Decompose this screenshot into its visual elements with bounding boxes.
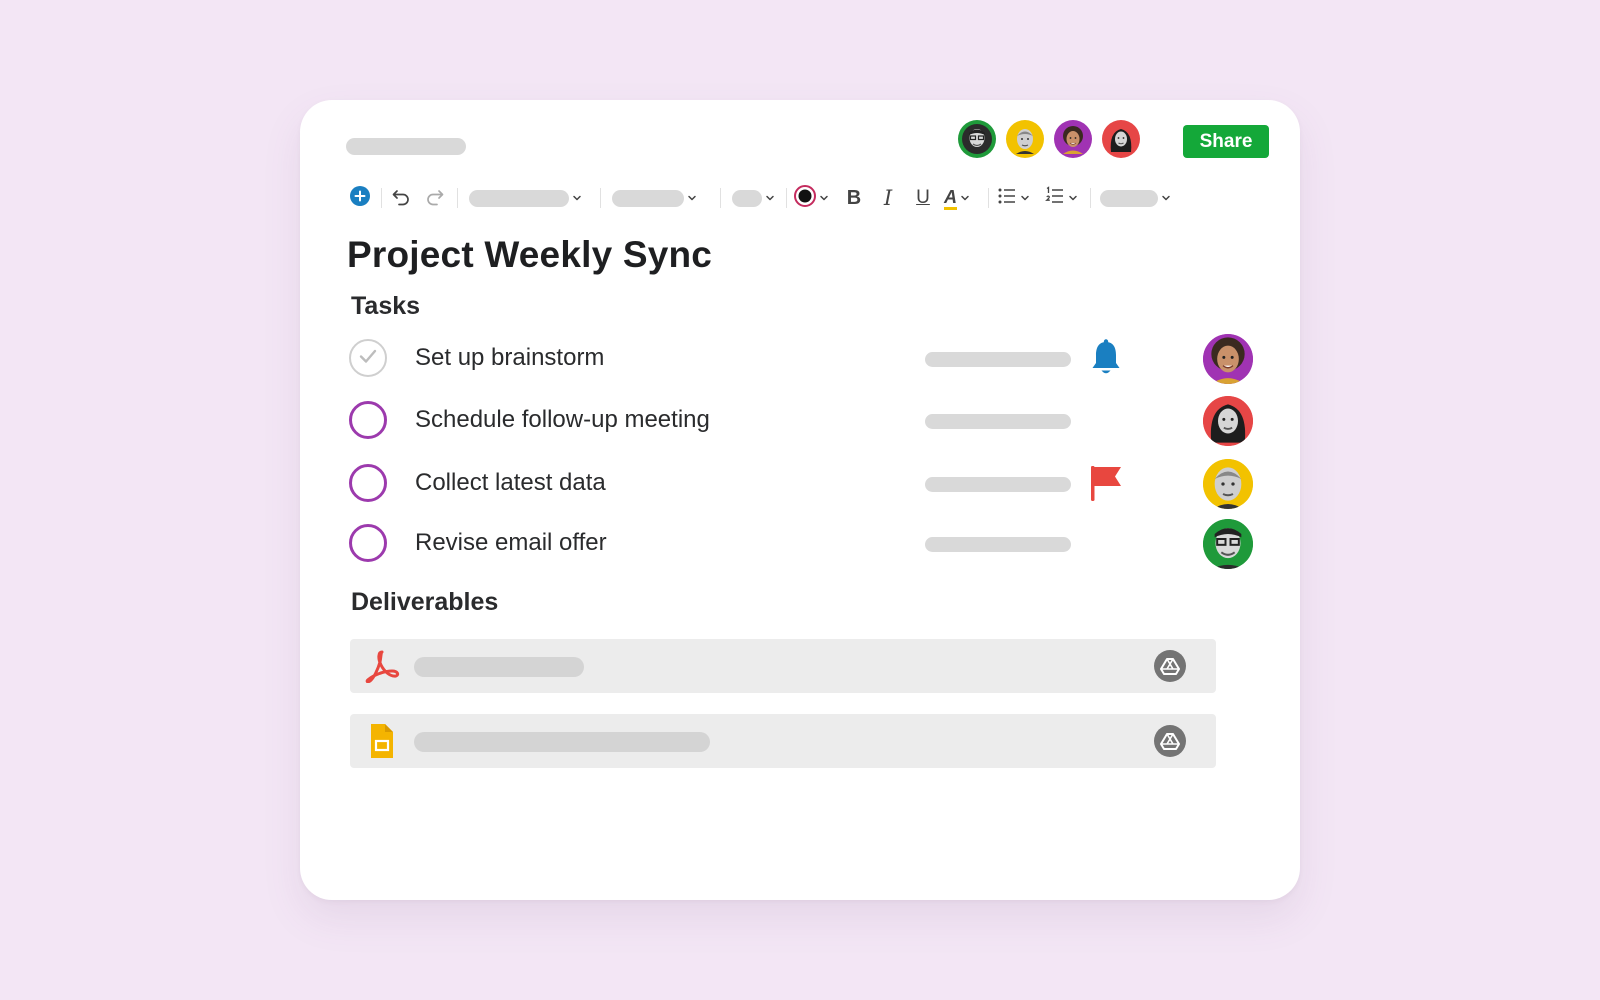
- google-drive-icon: [1160, 731, 1180, 751]
- bullet-list-dropdown[interactable]: [997, 182, 1033, 214]
- flag-icon: [1088, 463, 1124, 503]
- toolbar-divider: [381, 188, 382, 208]
- font-size-placeholder: [732, 189, 762, 207]
- chevron-down-icon: [1161, 193, 1171, 203]
- task-label[interactable]: Collect latest data: [415, 469, 606, 497]
- avatar-man-bald-icon: [1010, 124, 1040, 154]
- avatar-woman-dark-hair-icon: [1203, 396, 1253, 446]
- collaborator-avatar-4[interactable]: [1102, 120, 1140, 158]
- attachment-name-placeholder: [414, 732, 710, 752]
- text-color-swatch-icon: [794, 184, 816, 212]
- toolbar-divider: [600, 188, 601, 208]
- underline-button[interactable]: U: [912, 182, 934, 214]
- deliverables-heading: Deliverables: [351, 588, 499, 616]
- italic-button[interactable]: I: [877, 182, 899, 214]
- task-assignee-avatar[interactable]: [1203, 459, 1253, 509]
- bold-label: B: [846, 187, 862, 209]
- google-drive-button[interactable]: [1154, 725, 1186, 757]
- chevron-down-icon: [1020, 193, 1030, 203]
- task-label[interactable]: Set up brainstorm: [415, 344, 604, 372]
- bell-icon: [1088, 338, 1124, 378]
- document-card: Share B I U A Project Weekly Sync Tasks …: [300, 100, 1300, 900]
- more-options-dropdown[interactable]: [1100, 182, 1176, 214]
- task-label[interactable]: Schedule follow-up meeting: [415, 406, 710, 434]
- redo-icon: [425, 186, 445, 211]
- collaborator-avatar-1[interactable]: [958, 120, 996, 158]
- bullet-list-icon: [997, 186, 1017, 211]
- style-dropdown[interactable]: [469, 182, 587, 214]
- avatar-man-glasses-icon: [1203, 519, 1253, 569]
- task-due-date-placeholder: [925, 477, 1071, 492]
- numbered-list-icon: [1045, 185, 1065, 211]
- toolbar-divider: [988, 188, 989, 208]
- chevron-down-icon: [960, 193, 970, 203]
- font-dropdown[interactable]: [612, 182, 704, 214]
- task-row: Set up brainstorm: [300, 334, 1300, 386]
- document-breadcrumb-placeholder: [346, 138, 466, 155]
- toolbar-divider: [1090, 188, 1091, 208]
- collaborator-avatar-3[interactable]: [1054, 120, 1092, 158]
- share-button[interactable]: Share: [1183, 125, 1269, 158]
- document-title[interactable]: Project Weekly Sync: [347, 234, 712, 276]
- highlight-dropdown[interactable]: A: [944, 182, 982, 214]
- task-assignee-avatar[interactable]: [1203, 396, 1253, 446]
- deliverable-attachment-slides[interactable]: [350, 714, 1216, 768]
- task-complete-checkbox[interactable]: [349, 401, 387, 439]
- formatting-toolbar: B I U A: [350, 182, 1250, 214]
- more-options-placeholder: [1100, 189, 1158, 207]
- chevron-down-icon: [765, 193, 775, 203]
- chevron-down-icon: [687, 193, 697, 203]
- undo-button[interactable]: [391, 182, 413, 214]
- pdf-icon: [364, 649, 400, 684]
- chevron-down-icon: [572, 193, 582, 203]
- task-complete-checkbox[interactable]: [349, 524, 387, 562]
- italic-label: I: [883, 186, 893, 210]
- deliverable-attachment-pdf[interactable]: [350, 639, 1216, 693]
- underline-label: U: [916, 187, 930, 208]
- task-assignee-avatar[interactable]: [1203, 334, 1253, 384]
- task-assignee-avatar[interactable]: [1203, 519, 1253, 569]
- task-complete-checkbox[interactable]: [349, 339, 387, 377]
- avatar-woman-curly-icon: [1058, 124, 1088, 154]
- undo-icon: [391, 186, 411, 211]
- style-dropdown-placeholder: [469, 189, 569, 207]
- redo-button[interactable]: [425, 182, 447, 214]
- avatar-man-glasses-icon: [962, 124, 992, 154]
- collaborator-avatar-2[interactable]: [1006, 120, 1044, 158]
- task-due-date-placeholder: [925, 537, 1071, 552]
- task-row: Schedule follow-up meeting: [300, 396, 1300, 448]
- plus-circle-icon: [350, 185, 370, 211]
- attachment-name-placeholder: [414, 657, 584, 677]
- task-row: Revise email offer: [300, 519, 1300, 571]
- task-row: Collect latest data: [300, 459, 1300, 511]
- checkmark-icon: [357, 345, 379, 372]
- insert-button[interactable]: [350, 182, 372, 214]
- task-complete-checkbox[interactable]: [349, 464, 387, 502]
- toolbar-divider: [786, 188, 787, 208]
- bold-button[interactable]: B: [843, 182, 865, 214]
- tasks-heading: Tasks: [351, 292, 421, 320]
- chevron-down-icon: [1068, 193, 1078, 203]
- google-drive-button[interactable]: [1154, 650, 1186, 682]
- task-label[interactable]: Revise email offer: [415, 529, 607, 557]
- highlight-label: A: [944, 187, 957, 210]
- toolbar-divider: [457, 188, 458, 208]
- avatar-man-bald-icon: [1203, 459, 1253, 509]
- avatar-woman-dark-hair-icon: [1106, 124, 1136, 154]
- chevron-down-icon: [819, 193, 829, 203]
- task-due-date-placeholder: [925, 352, 1071, 367]
- font-size-dropdown[interactable]: [732, 182, 780, 214]
- google-slides-icon: [364, 724, 400, 758]
- task-due-date-placeholder: [925, 414, 1071, 429]
- google-drive-icon: [1160, 656, 1180, 676]
- font-dropdown-placeholder: [612, 189, 684, 207]
- numbered-list-dropdown[interactable]: [1045, 182, 1081, 214]
- avatar-woman-curly-icon: [1203, 334, 1253, 384]
- text-color-dropdown[interactable]: [794, 182, 834, 214]
- toolbar-divider: [720, 188, 721, 208]
